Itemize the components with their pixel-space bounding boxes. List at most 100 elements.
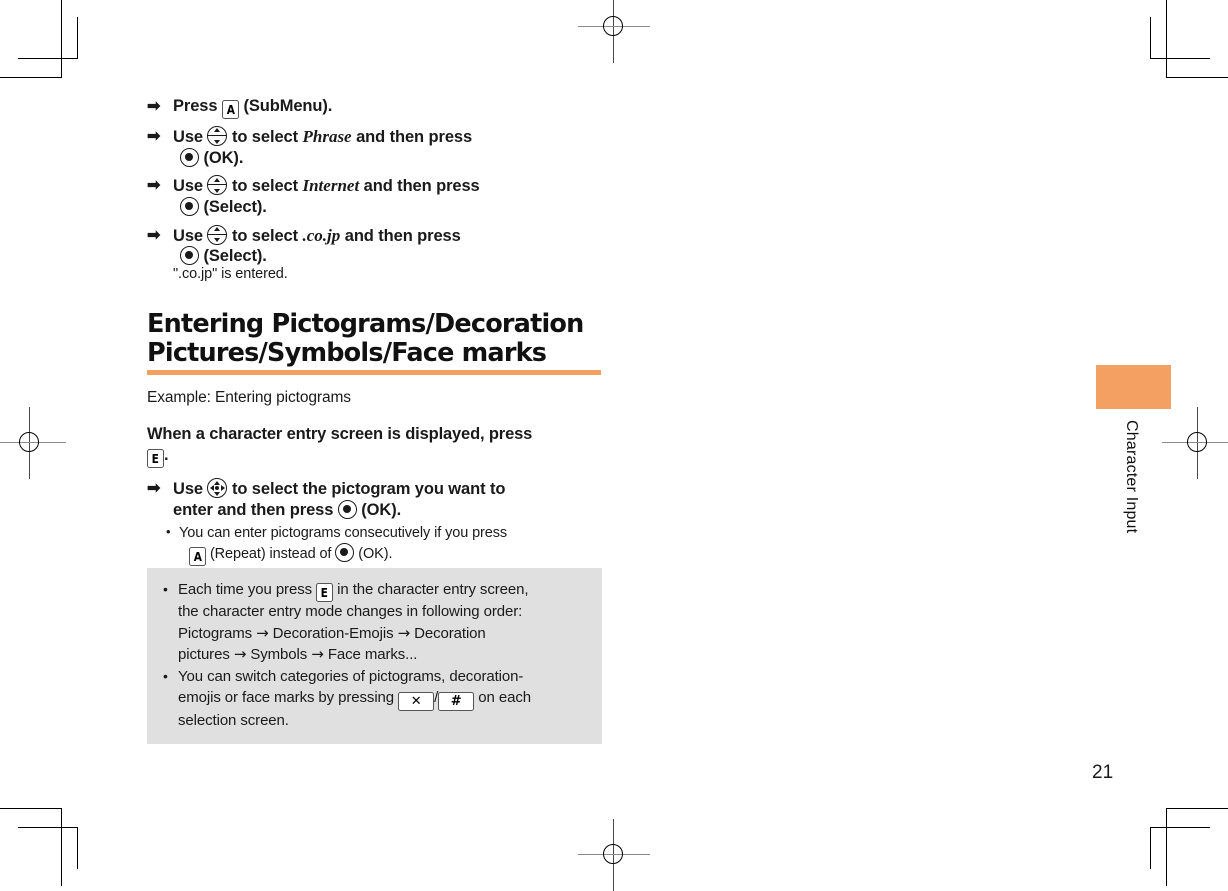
a-key-icon: A — [221, 100, 239, 119]
crop-mark-tr-v-outer — [1166, 0, 1167, 78]
sub-bullet-text: You can enter pictograms consecutively i… — [179, 524, 508, 541]
step-arrow-icon: ➡ — [147, 177, 161, 195]
section-heading-line1: Entering Pictograms/Decoration — [147, 308, 584, 339]
crop-mark-bl-h-outer — [0, 808, 62, 809]
dpad-four-way-icon — [207, 478, 228, 499]
step-italic-target: .co.jp — [302, 225, 341, 245]
sub-bullet-list: You can enter pictograms consecutively i… — [147, 523, 617, 567]
step-press-submenu: ➡ Press A (SubMenu). — [147, 96, 617, 119]
center-ok-key-icon — [180, 246, 199, 266]
mode-pictures: pictures — [178, 646, 230, 664]
step-line2: (Select). — [173, 246, 617, 267]
step-text: Press — [173, 97, 218, 115]
crop-mark-tl-v-inner — [77, 17, 78, 59]
step-text: Use — [173, 128, 203, 146]
step-text-mid: to select — [231, 177, 298, 196]
sub-bullet-repeat: You can enter pictograms consecutively i… — [165, 523, 617, 567]
section-heading-underline — [147, 369, 601, 375]
step-arrow-icon: ➡ — [147, 98, 161, 115]
step-text-mid: to select — [231, 226, 298, 245]
hash-key-icon: # — [438, 691, 475, 711]
note-line-4: pictures → Symbols → Face marks... — [178, 644, 588, 666]
crop-mark-bl-v-outer — [61, 808, 62, 886]
note-line-2: the character entry mode changes in foll… — [178, 603, 523, 620]
crop-mark-br-h-inner — [1150, 827, 1210, 828]
step-line2: (OK). — [173, 147, 617, 169]
step-arrow-icon: ➡ — [147, 480, 161, 498]
chapter-tab-marker — [1096, 365, 1171, 409]
step-text: Use — [173, 177, 203, 196]
section-intro: When a character entry screen is display… — [147, 424, 617, 469]
crop-mark-tr-h-inner — [1150, 58, 1210, 59]
mode-pictograms: Pictograms — [178, 624, 253, 642]
crop-mark-br-v-inner — [1150, 827, 1151, 869]
registration-mark-right — [1162, 407, 1228, 479]
step-line2-label: (OK). — [361, 501, 402, 520]
chapter-tab-label: Character Input — [1123, 420, 1140, 534]
registration-mark-left — [0, 407, 66, 479]
step-text-tail: (SubMenu). — [243, 97, 333, 115]
step-text-mid: to select — [231, 128, 298, 146]
ez-key-icon: E — [147, 449, 164, 469]
page-number: 21 — [1092, 762, 1114, 783]
note2-line-1: You can switch categories of pictograms,… — [178, 668, 524, 686]
center-ok-key-icon — [180, 147, 199, 167]
a-key-icon: A — [189, 547, 206, 567]
step-result-note: ".co.jp" is entered. — [173, 265, 288, 282]
sub-bullet-line2: A (Repeat) instead of (OK). — [179, 543, 617, 567]
step-text-tail: and then press — [363, 177, 480, 196]
crop-mark-br-h-outer — [1166, 808, 1228, 809]
sub-bullet-line2-text: (Repeat) instead of — [209, 546, 332, 563]
arrow-right-icon: → — [233, 645, 247, 664]
step-line2-text: enter and then press — [173, 501, 334, 520]
note-text-a: Each time you press — [178, 581, 312, 598]
note2-text: emojis or face marks by pressing — [178, 688, 395, 706]
mode-decoration-emojis: Decoration-Emojis — [272, 624, 394, 642]
note-bullet-switch-categories: You can switch categories of pictograms,… — [161, 667, 588, 731]
crop-mark-tl-h-inner — [18, 58, 78, 59]
center-ok-key-icon — [335, 543, 355, 563]
registration-mark-top — [578, 0, 650, 63]
note2-text-tail: on each — [478, 688, 531, 706]
crop-mark-tr-h-outer — [1166, 77, 1228, 78]
step-text-tail: and then press — [356, 128, 473, 146]
note-bullet-entry-mode: Each time you press E in the character e… — [161, 580, 588, 666]
step-arrow-icon: ➡ — [147, 226, 161, 244]
page-content: ➡ Press A (SubMenu). ➡ Use to select Phr… — [147, 96, 617, 567]
step-select-internet: ➡ Use to select Internet and then press … — [147, 175, 617, 217]
step-line2: (Select). — [173, 196, 617, 218]
crop-mark-tr-v-inner — [1150, 17, 1151, 59]
step-text: Use — [173, 226, 203, 245]
step-text: Use — [173, 480, 203, 499]
crop-mark-tl-v-outer — [61, 0, 62, 78]
sub-bullet-line2-tail: (OK). — [358, 546, 393, 563]
mode-symbols: Symbols — [250, 646, 308, 664]
section-intro-line2: E. — [147, 445, 617, 469]
center-ok-key-icon — [337, 500, 357, 520]
mode-face-marks: Face marks... — [327, 646, 418, 664]
registration-mark-bottom — [578, 819, 650, 891]
arrow-right-icon: → — [311, 645, 324, 664]
dpad-up-down-icon — [207, 126, 228, 146]
dpad-up-down-icon — [207, 224, 228, 245]
star-key-icon: ✕ — [398, 691, 435, 711]
example-label: Example: Entering pictograms — [147, 388, 351, 406]
step-select-phrase: ➡ Use to select Phrase and then press (O… — [147, 126, 617, 168]
step-select-cojp: ➡ Use to select .co.jp and then press (S… — [147, 224, 617, 267]
section-intro-period: . — [164, 446, 169, 465]
center-ok-key-icon — [180, 196, 199, 216]
note-panel: Each time you press E in the character e… — [147, 568, 602, 745]
crop-mark-bl-v-inner — [77, 827, 78, 869]
step-line2-label: (Select). — [203, 197, 267, 216]
note-text-b: in the character entry screen, — [337, 581, 529, 598]
step-arrow-icon: ➡ — [147, 128, 161, 145]
step-line2: enter and then press (OK). — [173, 500, 617, 521]
step-line2-label: (Select). — [203, 247, 267, 266]
arrow-right-icon: → — [397, 623, 411, 642]
arrow-right-icon: → — [256, 623, 269, 642]
step-italic-target: Phrase — [302, 127, 352, 146]
note2-line-3: selection screen. — [178, 711, 289, 729]
crop-mark-br-v-outer — [1166, 808, 1167, 886]
step-italic-target: Internet — [302, 176, 360, 196]
section-heading: Entering Pictograms/Decoration Pictures/… — [147, 308, 617, 369]
